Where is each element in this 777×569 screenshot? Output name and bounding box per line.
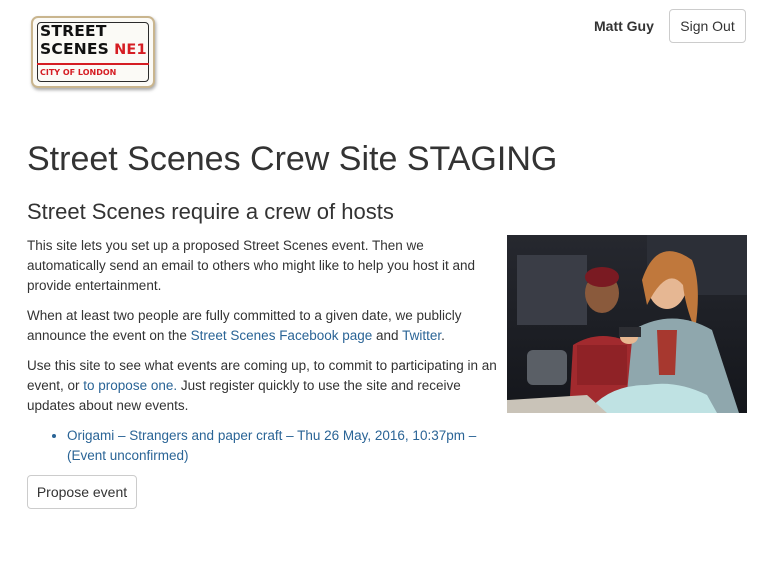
announce-text-after: . — [441, 328, 445, 343]
propose-one-link[interactable]: to propose one. — [83, 378, 177, 393]
sign-out-button[interactable]: Sign Out — [669, 9, 746, 43]
logo-line2: SCENES NE1 — [40, 40, 147, 58]
page-title: Street Scenes Crew Site STAGING — [27, 140, 558, 178]
twitter-link[interactable]: Twitter — [402, 328, 441, 343]
announce-paragraph: When at least two people are fully commi… — [27, 306, 497, 346]
logo-divider — [37, 63, 149, 65]
facebook-page-link[interactable]: Street Scenes Facebook page — [191, 328, 373, 343]
hosts-photo — [507, 235, 747, 413]
list-item: Origami – Strangers and paper craft – Th… — [67, 426, 497, 466]
logo-line1: STREET — [40, 22, 107, 40]
street-scenes-logo[interactable]: STREET SCENES NE1 CITY OF LONDON — [31, 16, 155, 88]
logo-subtitle: CITY OF LONDON — [40, 68, 117, 77]
user-name: Matt Guy — [594, 18, 654, 34]
intro-paragraph: This site lets you set up a proposed Str… — [27, 238, 475, 293]
logo-line2-text: SCENES — [40, 40, 110, 58]
photo-illustration — [507, 235, 747, 413]
event-list: Origami – Strangers and paper craft – Th… — [27, 426, 497, 466]
event-link-origami[interactable]: Origami – Strangers and paper craft – Th… — [67, 428, 476, 463]
propose-event-button[interactable]: Propose event — [27, 475, 137, 509]
logo-badge: NE1 — [114, 42, 147, 58]
announce-text-middle: and — [372, 328, 403, 343]
section-title: Street Scenes require a crew of hosts — [27, 199, 394, 224]
page: STREET SCENES NE1 CITY OF LONDON Matt Guy… — [0, 0, 777, 569]
usage-paragraph: Use this site to see what events are com… — [27, 356, 497, 416]
